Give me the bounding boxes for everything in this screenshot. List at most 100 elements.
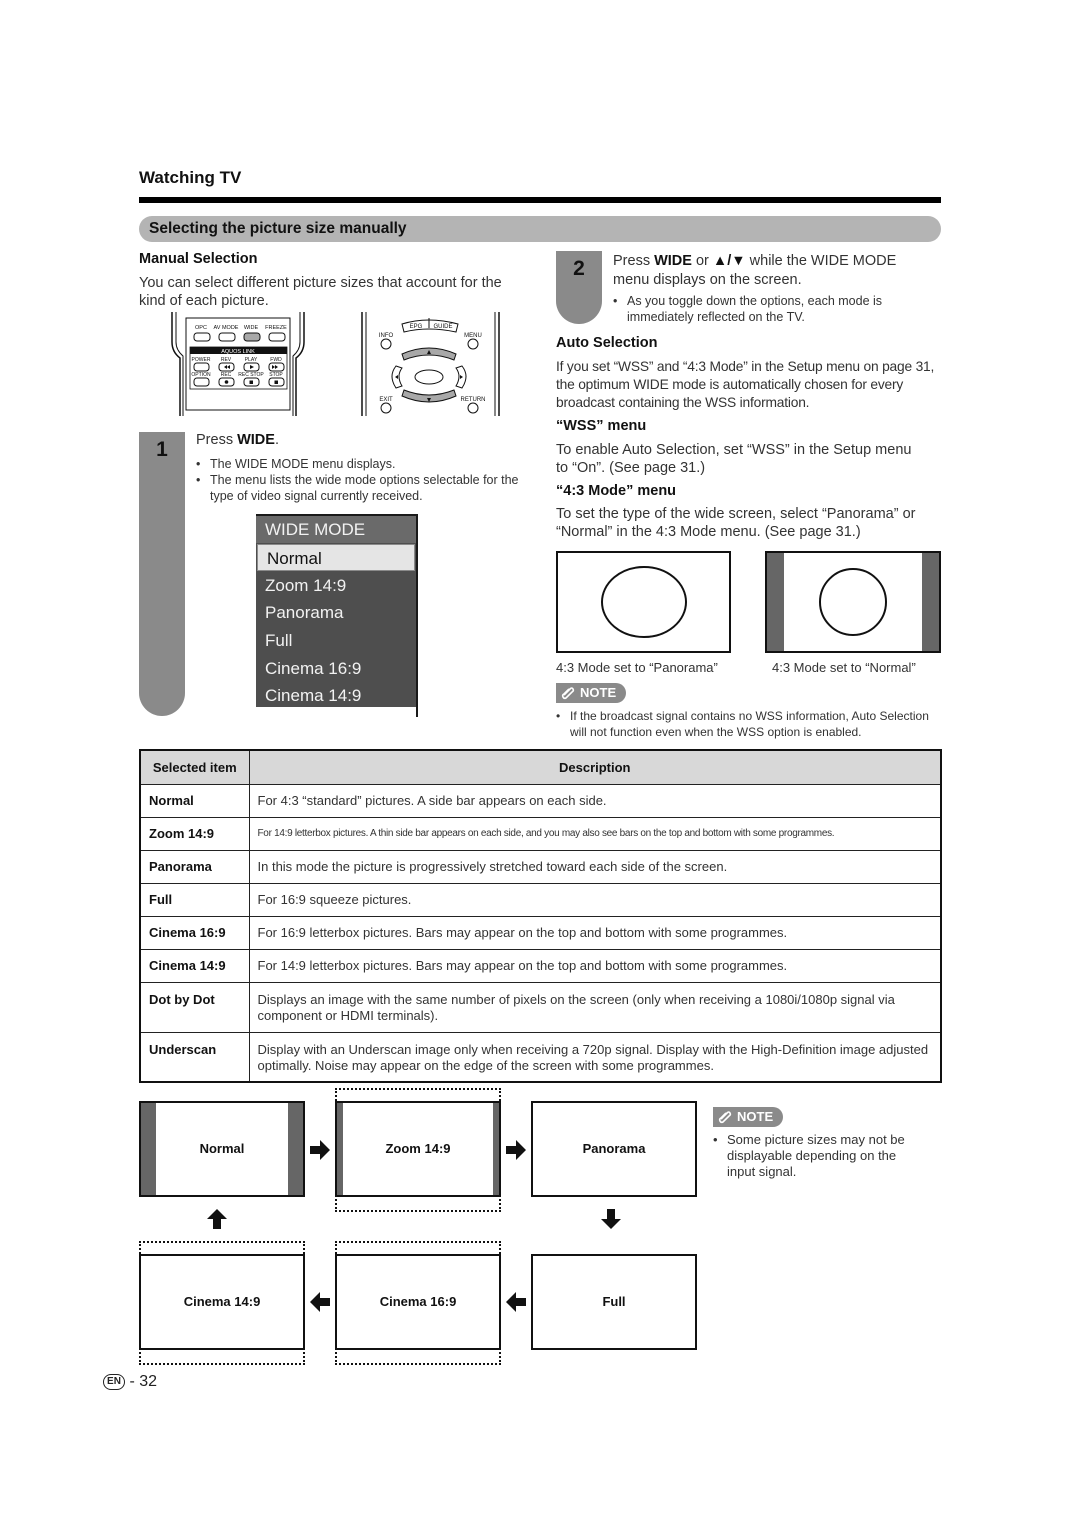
note-badge: NOTE [713, 1107, 783, 1127]
mode43-menu-heading: “4:3 Mode” menu [556, 483, 677, 499]
note-1-bullet: If the broadcast signal contains no WSS … [556, 708, 946, 740]
note-2-bullet: Some picture sizes may not be displayabl… [713, 1132, 923, 1180]
wide-mode-item-cinema-14-9[interactable]: Cinema 14:9 [256, 682, 416, 709]
page-number: 32 [139, 1373, 158, 1390]
table-header-item: Selected item [139, 749, 250, 785]
table-row: Zoom 14:9 For 14:9 letterbox pictures. A … [140, 816, 941, 851]
paperclip-icon [561, 687, 575, 700]
svg-text:POWER: POWER [192, 357, 211, 363]
remote-label-wide: WIDE [244, 325, 259, 331]
table-header-description: Description [248, 749, 942, 785]
arrow-left-icon [310, 1292, 330, 1312]
step-2-number: 2 [573, 257, 585, 280]
aquos-link-label: AQUOS LINK [221, 349, 255, 355]
auto-selection-text: If you set “WSS” and “4:3 Mode” in the S… [556, 359, 935, 410]
mode43-menu-text: To set the type of the wide screen, sele… [556, 506, 916, 540]
svg-text:STOP: STOP [269, 372, 283, 378]
step-2-bullets: As you toggle down the options, each mod… [613, 293, 933, 325]
manual-selection-heading: Manual Selection [139, 251, 258, 267]
up-down-arrows-icon: ▲/▼ [712, 253, 746, 269]
wss-menu-heading: “WSS” menu [556, 418, 647, 434]
table-row: Underscan Display with an Underscan image… [140, 1031, 941, 1083]
wide-mode-item-full[interactable]: Full [256, 627, 416, 654]
arrow-left-icon [506, 1292, 526, 1312]
step-2-tab: 2 [556, 251, 602, 324]
manual-selection-intro: You can select different picture sizes t… [139, 275, 502, 309]
svg-text:REV: REV [221, 357, 232, 363]
remote-illustration-left: OPC AV MODE WIDE FREEZE AQUOS LINK POWER… [171, 312, 305, 416]
epg-label: EPG [410, 324, 423, 330]
note-1-bullets: If the broadcast signal contains no WSS … [556, 708, 946, 740]
menu-label: MENU [464, 333, 482, 339]
table-header-row: Selected item Description [139, 749, 942, 785]
page-footer: EN - 32 [103, 1373, 157, 1391]
svg-text:REC STOP: REC STOP [238, 372, 264, 378]
arrow-right-icon [506, 1140, 526, 1160]
table-row: Full For 16:9 squeeze pictures. [140, 882, 941, 917]
wide-mode-item-zoom-14-9[interactable]: Zoom 14:9 [256, 572, 416, 599]
wide-mode-menu-title: WIDE MODE [256, 516, 416, 543]
arrow-right-icon [310, 1140, 330, 1160]
diagram-box-cinema-14-9: Cinema 14:9 [139, 1254, 305, 1350]
remote-illustration-right: EPG GUIDE INFO MENU ENTER EXIT RETURN [361, 312, 500, 416]
guide-label: GUIDE [433, 324, 452, 330]
wide-mode-item-panorama[interactable]: Panorama [256, 599, 416, 626]
avmode-button [218, 332, 236, 342]
step-2-bullet: As you toggle down the options, each mod… [613, 293, 933, 325]
step-1-number: 1 [156, 438, 168, 461]
ellipse-icon [601, 566, 687, 638]
wide-key-label: WIDE [237, 432, 275, 448]
diagram-box-panorama: Panorama [531, 1101, 697, 1197]
screen-panorama-illustration [556, 551, 731, 653]
table-row: Cinema 16:9 For 16:9 letterbox pictures. … [140, 915, 941, 950]
wide-mode-item-cinema-16-9[interactable]: Cinema 16:9 [256, 655, 416, 682]
note-badge: NOTE [556, 683, 626, 703]
diagram-box-full: Full [531, 1254, 697, 1350]
paperclip-icon [718, 1111, 732, 1124]
info-label: INFO [379, 333, 394, 339]
exit-label: EXIT [379, 397, 393, 403]
subsection-header: Selecting the picture size manually [139, 216, 941, 242]
svg-text:PLAY: PLAY [245, 357, 258, 363]
caption-normal: 4:3 Mode set to “Normal” [772, 660, 916, 675]
svg-text:REC: REC [221, 372, 232, 378]
diagram-box-normal: Normal [139, 1101, 305, 1197]
step-2-instruction: Press WIDE or ▲/▼ while the WIDE MODE me… [613, 253, 897, 288]
note-2-bullets: Some picture sizes may not be displayabl… [713, 1132, 923, 1180]
opc-button [193, 332, 211, 342]
wss-menu-text: To enable Auto Selection, set “WSS” in t… [556, 442, 912, 476]
section-title: Watching TV [139, 168, 242, 187]
remote-label-opc: OPC [195, 325, 207, 331]
return-label: RETURN [461, 397, 486, 403]
remote-label-freeze: FREEZE [265, 325, 287, 331]
table-row: Dot by Dot Displays an image with the sam… [140, 981, 941, 1033]
screen-normal-illustration [765, 551, 941, 653]
remote-label-avmode: AV MODE [214, 325, 239, 331]
step-1-instruction: Press WIDE. [196, 432, 279, 448]
wide-key-label: WIDE [654, 253, 692, 269]
circle-icon [819, 568, 887, 636]
svg-text:FWD: FWD [270, 357, 282, 363]
title-rule [139, 197, 941, 203]
svg-text:OPTION: OPTION [191, 372, 211, 378]
step-1-tab: 1 [139, 432, 185, 716]
caption-panorama: 4:3 Mode set to “Panorama” [556, 660, 718, 675]
wide-button-highlighted [243, 332, 261, 342]
wide-mode-item-normal[interactable]: Normal [257, 544, 415, 571]
table-row: Panorama In this mode the picture is prog… [140, 849, 941, 884]
table-row: Cinema 14:9 For 14:9 letterbox pictures. … [140, 948, 941, 983]
picture-size-table: Selected item Description Normal For 4:3 … [139, 749, 942, 1083]
subsection-title: Selecting the picture size manually [149, 220, 407, 237]
auto-selection-heading: Auto Selection [556, 335, 658, 351]
freeze-button [268, 332, 286, 342]
step-1-bullets: The WIDE MODE menu displays. The menu li… [196, 456, 526, 504]
wide-mode-menu: WIDE MODE Normal Zoom 14:9 Panorama Full… [256, 514, 418, 717]
diagram-box-zoom-14-9: Zoom 14:9 [335, 1101, 501, 1197]
step-1-bullet: The WIDE MODE menu displays. [196, 456, 526, 472]
arrow-down-icon [601, 1209, 621, 1229]
language-badge: EN [103, 1374, 125, 1390]
step-1-bullet: The menu lists the wide mode options sel… [196, 472, 526, 504]
table-row: Normal For 4:3 “standard” pictures. A sid… [140, 783, 941, 818]
arrow-up-icon [207, 1209, 227, 1229]
diagram-box-cinema-16-9: Cinema 16:9 [335, 1254, 501, 1350]
